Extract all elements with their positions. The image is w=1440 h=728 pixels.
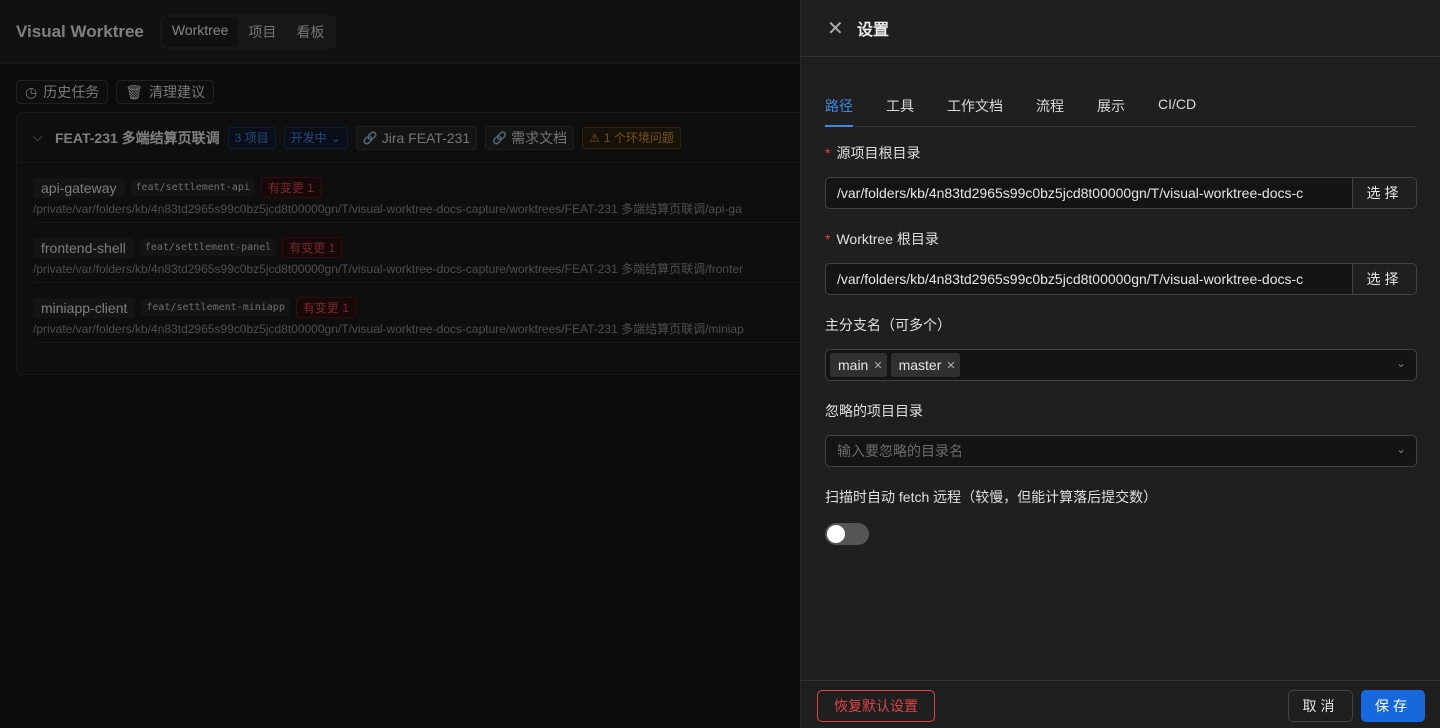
auto-fetch-field: 扫描时自动 fetch 远程（较慢，但能计算落后提交数） [825, 487, 1417, 545]
reset-defaults-button[interactable]: 恢复默认设置 [817, 690, 935, 722]
drawer-title: 设置 [857, 22, 890, 39]
settings-drawer: ✕ 设置 路径 工具 工作文档 流程 展示 CI/CD * 源项目根目录 /var… [800, 0, 1440, 728]
tab-work-docs[interactable]: 工作文档 [947, 80, 1003, 127]
chevron-down-icon: ⌄ [1395, 442, 1406, 456]
tab-tools[interactable]: 工具 [886, 80, 914, 127]
ignored-dirs-placeholder: 输入要忽略的目录名 [837, 443, 963, 459]
source-root-choose-button[interactable]: 选择 [1353, 177, 1417, 209]
save-button[interactable]: 保存 [1361, 690, 1425, 722]
main-branches-select[interactable]: main ✕ master ✕ ⌄ [825, 349, 1417, 381]
drawer-mask[interactable] [0, 0, 800, 728]
worktree-root-field: * Worktree 根目录 /var/folders/kb/4n83td2965… [825, 229, 1417, 295]
cancel-button[interactable]: 取消 [1288, 690, 1353, 722]
ignored-dirs-field: 忽略的项目目录 输入要忽略的目录名 ⌄ [825, 401, 1417, 467]
close-icon[interactable]: ✕ [946, 359, 955, 372]
ignored-dirs-label: 忽略的项目目录 [825, 403, 923, 419]
branch-chip: master ✕ [890, 353, 960, 377]
app-root: Visual Worktree Worktree 项目 看板 ◷ 历史任务 🗑 … [0, 0, 1440, 728]
main-branches-label: 主分支名（可多个） [825, 317, 951, 333]
close-icon[interactable]: ✕ [873, 359, 882, 372]
drawer-header: ✕ 设置 [801, 0, 1440, 57]
source-root-input[interactable]: /var/folders/kb/4n83td2965s99c0bz5jcd8t0… [825, 177, 1353, 209]
source-root-label: * 源项目根目录 [825, 145, 921, 161]
branch-chip: main ✕ [830, 353, 887, 377]
worktree-root-label: * Worktree 根目录 [825, 231, 939, 247]
auto-fetch-label: 扫描时自动 fetch 远程（较慢，但能计算落后提交数） [825, 489, 1158, 505]
main-branches-field: 主分支名（可多个） main ✕ master ✕ ⌄ [825, 315, 1417, 381]
close-icon[interactable]: ✕ [827, 16, 845, 41]
auto-fetch-toggle[interactable] [825, 523, 869, 545]
tab-workflow[interactable]: 流程 [1036, 80, 1064, 127]
worktree-root-input[interactable]: /var/folders/kb/4n83td2965s99c0bz5jcd8t0… [825, 263, 1353, 295]
settings-tabs: 路径 工具 工作文档 流程 展示 CI/CD [825, 80, 1417, 127]
worktree-root-choose-button[interactable]: 选择 [1353, 263, 1417, 295]
drawer-footer: 恢复默认设置 取消 保存 [801, 680, 1440, 728]
chevron-down-icon: ⌄ [1395, 356, 1406, 370]
tab-paths[interactable]: 路径 [825, 80, 853, 127]
tab-cicd[interactable]: CI/CD [1158, 80, 1196, 127]
toggle-knob [827, 525, 845, 543]
tab-display[interactable]: 展示 [1097, 80, 1125, 127]
source-root-field: * 源项目根目录 /var/folders/kb/4n83td2965s99c0b… [825, 143, 1417, 209]
ignored-dirs-select[interactable]: 输入要忽略的目录名 ⌄ [825, 435, 1417, 467]
